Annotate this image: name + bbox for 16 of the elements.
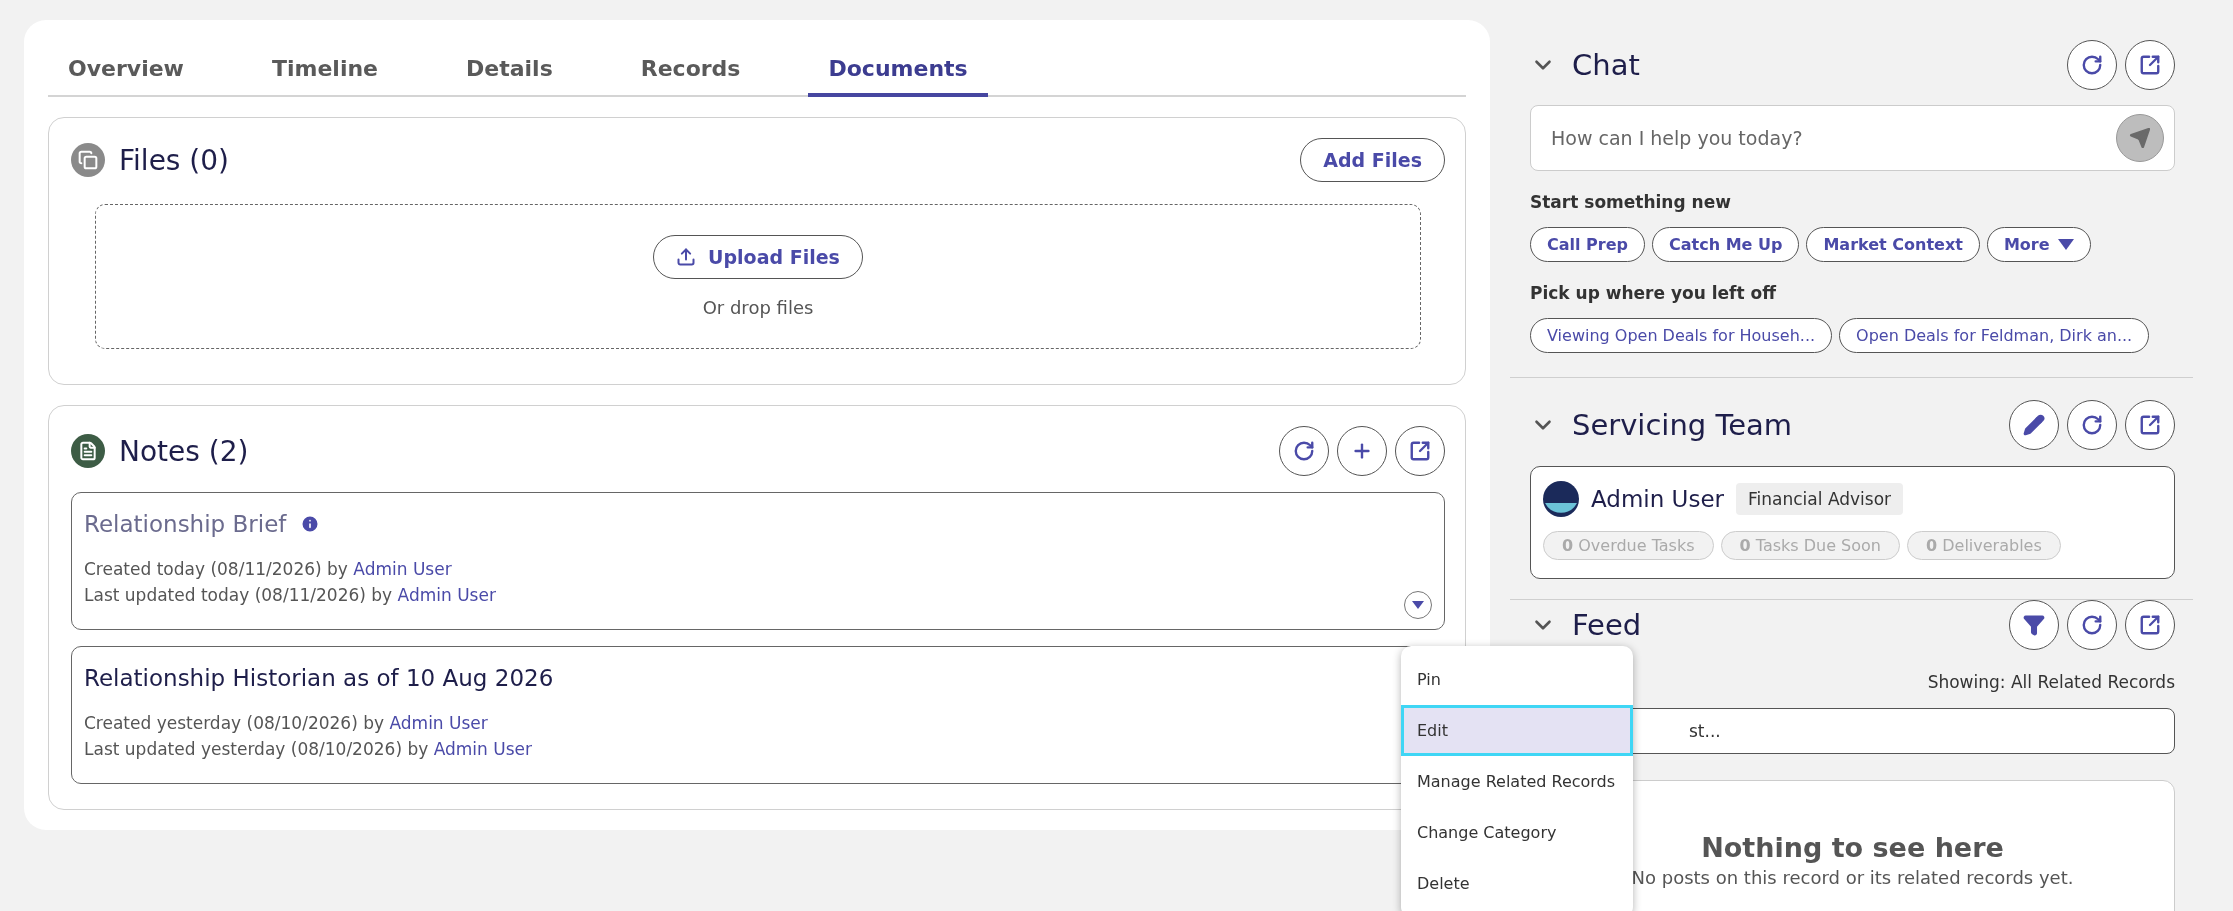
drop-hint: Or drop files (702, 297, 814, 318)
panel-title: Chat (1572, 48, 1641, 82)
panel-title: Servicing Team (1572, 408, 1794, 442)
filter-status: Showing: All Related Records (1927, 672, 2175, 692)
section-label: Pick up where you left off (1530, 283, 1778, 303)
panel-title: Feed (1572, 608, 1643, 642)
note-title: Relationship Historian as of 10 Aug 2026 (84, 665, 554, 691)
member-name: Admin User (1591, 486, 1725, 512)
section-title: Files (0) (119, 143, 230, 177)
section-label: Start something new (1530, 192, 1732, 212)
note-title: Relationship Brief (84, 511, 287, 537)
empty-title: Nothing to see here (1701, 832, 2004, 863)
section-title: Notes (2) (119, 434, 250, 468)
empty-message: No posts on this record or its related records yet. (1631, 867, 2074, 888)
created-text: Created today (08/11/2026) by Admin User (84, 559, 453, 579)
role-tag: Financial Advisor (1736, 483, 1904, 515)
